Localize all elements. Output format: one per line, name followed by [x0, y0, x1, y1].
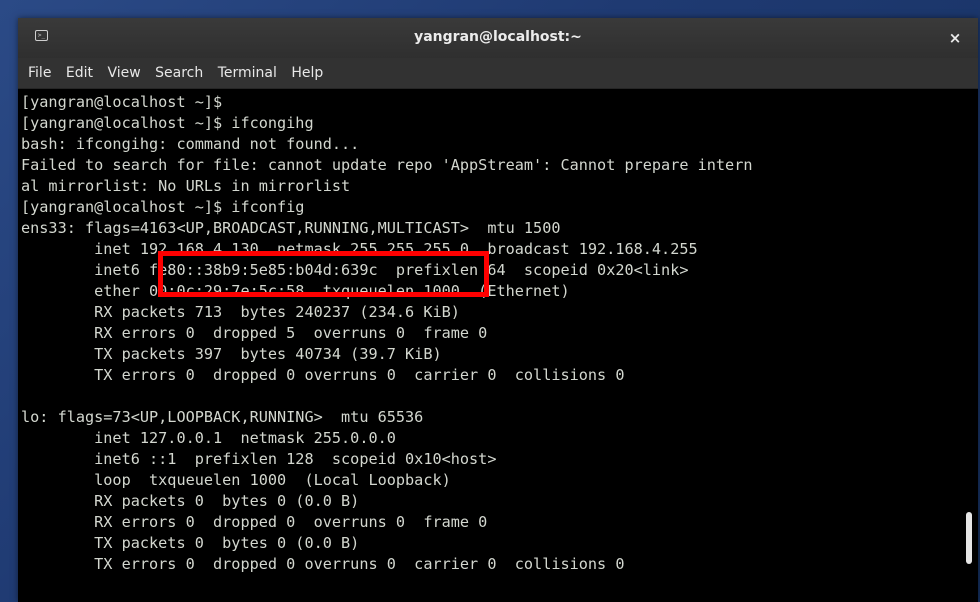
terminal-line: [yangran@localhost ~]$ ifconfig	[21, 198, 305, 216]
menu-terminal[interactable]: Terminal	[213, 58, 282, 88]
terminal-line: [yangran@localhost ~]$ ifcongihg	[21, 114, 314, 132]
terminal-line: Failed to search for file: cannot update…	[21, 156, 753, 174]
terminal-line: inet6 fe80::38b9:5e85:b04d:639c prefixle…	[21, 261, 689, 279]
window-title: yangran@localhost:~	[414, 29, 582, 45]
terminal-line: RX errors 0 dropped 5 overruns 0 frame 0	[21, 324, 488, 342]
close-button[interactable]: ×	[944, 27, 966, 49]
terminal-line: lo: flags=73<UP,LOOPBACK,RUNNING> mtu 65…	[21, 408, 424, 426]
terminal-line: TX errors 0 dropped 0 overruns 0 carrier…	[21, 555, 625, 573]
terminal-line: TX errors 0 dropped 0 overruns 0 carrier…	[21, 366, 625, 384]
menu-help[interactable]: Help	[286, 58, 328, 88]
menu-bar: File Edit View Search Terminal Help	[18, 58, 978, 89]
terminal-line: TX packets 0 bytes 0 (0.0 B)	[21, 534, 360, 552]
terminal-line: inet 192.168.4.130 netmask 255.255.255.0…	[21, 240, 698, 258]
scrollbar-thumb[interactable]	[966, 512, 972, 564]
terminal-line: RX errors 0 dropped 0 overruns 0 frame 0	[21, 513, 488, 531]
terminal-line: al mirrorlist: No URLs in mirrorlist	[21, 177, 351, 195]
menu-file[interactable]: File	[23, 58, 56, 88]
terminal-line: ens33: flags=4163<UP,BROADCAST,RUNNING,M…	[21, 219, 561, 237]
menu-search[interactable]: Search	[150, 58, 208, 88]
terminal-line: loop txqueuelen 1000 (Local Loopback)	[21, 471, 451, 489]
title-bar[interactable]: >_ yangran@localhost:~ ×	[18, 18, 978, 58]
terminal-line: RX packets 0 bytes 0 (0.0 B)	[21, 492, 360, 510]
scrollbar[interactable]	[966, 89, 974, 602]
terminal-line: ether 00:0c:29:7e:5c:58 txqueuelen 1000 …	[21, 282, 570, 300]
terminal-line: TX packets 397 bytes 40734 (39.7 KiB)	[21, 345, 442, 363]
menu-view[interactable]: View	[102, 58, 145, 88]
terminal-line: inet6 ::1 prefixlen 128 scopeid 0x10<hos…	[21, 450, 497, 468]
menu-edit[interactable]: Edit	[61, 58, 98, 88]
terminal-line: RX packets 713 bytes 240237 (234.6 KiB)	[21, 303, 460, 321]
terminal-line: [yangran@localhost ~]$	[21, 93, 223, 111]
terminal-window: >_ yangran@localhost:~ × File Edit View …	[18, 18, 978, 602]
terminal-line: bash: ifcongihg: command not found...	[21, 135, 360, 153]
terminal-line: inet 127.0.0.1 netmask 255.0.0.0	[21, 429, 396, 447]
terminal-output[interactable]: [yangran@localhost ~]$ [yangran@localhos…	[18, 89, 978, 602]
